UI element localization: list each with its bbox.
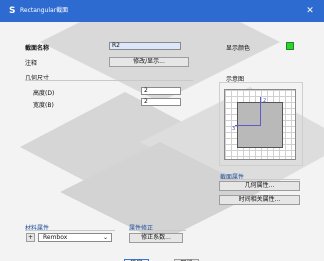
axis-3-label: 3 <box>232 126 236 132</box>
material-selected-value: Rembox <box>43 234 68 241</box>
time-dependent-properties-button[interactable]: 时间相关属性... <box>219 195 300 205</box>
height-label: 高度(D) <box>33 90 55 97</box>
add-material-button[interactable]: + <box>26 233 35 242</box>
axis-2-line <box>260 97 261 125</box>
close-icon[interactable]: ✕ <box>305 6 315 16</box>
section-preview: 2 3 <box>224 89 296 160</box>
axis-2-label: 2 <box>263 98 267 104</box>
modifiers-button[interactable]: 修正系数... <box>129 233 183 243</box>
app-logo-icon: S <box>9 6 16 16</box>
window-titlebar: S Rectangular截面 ✕ <box>0 0 324 22</box>
section-name-input[interactable]: R2 <box>109 42 181 50</box>
chevron-down-icon: ⌄ <box>102 234 108 241</box>
axis-3-line <box>235 125 261 126</box>
geometry-group-divider <box>25 80 193 81</box>
modifiers-group-divider <box>129 230 186 231</box>
material-select[interactable]: Rembox ⌄ <box>38 233 112 242</box>
width-label: 宽度(B) <box>33 102 54 109</box>
display-color-swatch[interactable] <box>286 42 294 50</box>
height-input[interactable]: 2 <box>141 87 181 95</box>
geometric-properties-button[interactable]: 几何属性... <box>219 181 300 191</box>
display-color-label: 显示颜色 <box>226 45 251 52</box>
section-properties-divider <box>220 179 300 180</box>
modify-display-button[interactable]: 修改/显示... <box>109 57 189 67</box>
section-dialog: 截面名称 R2 显示颜色 注释 修改/显示... 几何尺寸 高度(D) 2 宽度… <box>0 22 324 261</box>
window-title: Rectangular截面 <box>20 7 69 14</box>
note-label: 注释 <box>25 60 38 67</box>
width-input[interactable]: 2 <box>141 98 181 106</box>
section-name-label: 截面名称 <box>25 45 50 52</box>
material-group-divider <box>25 230 115 231</box>
